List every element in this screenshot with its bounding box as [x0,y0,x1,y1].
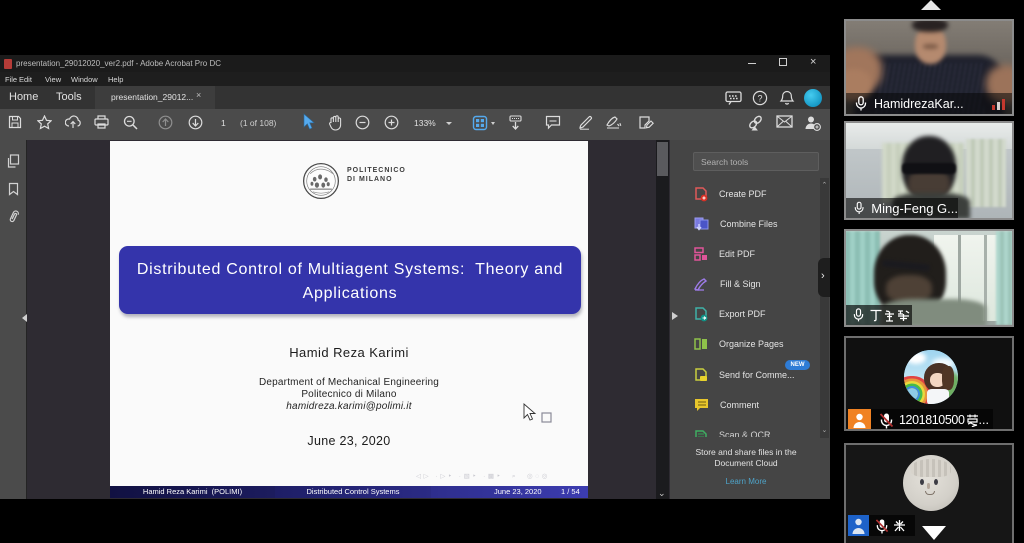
svg-text:?: ? [757,93,762,103]
